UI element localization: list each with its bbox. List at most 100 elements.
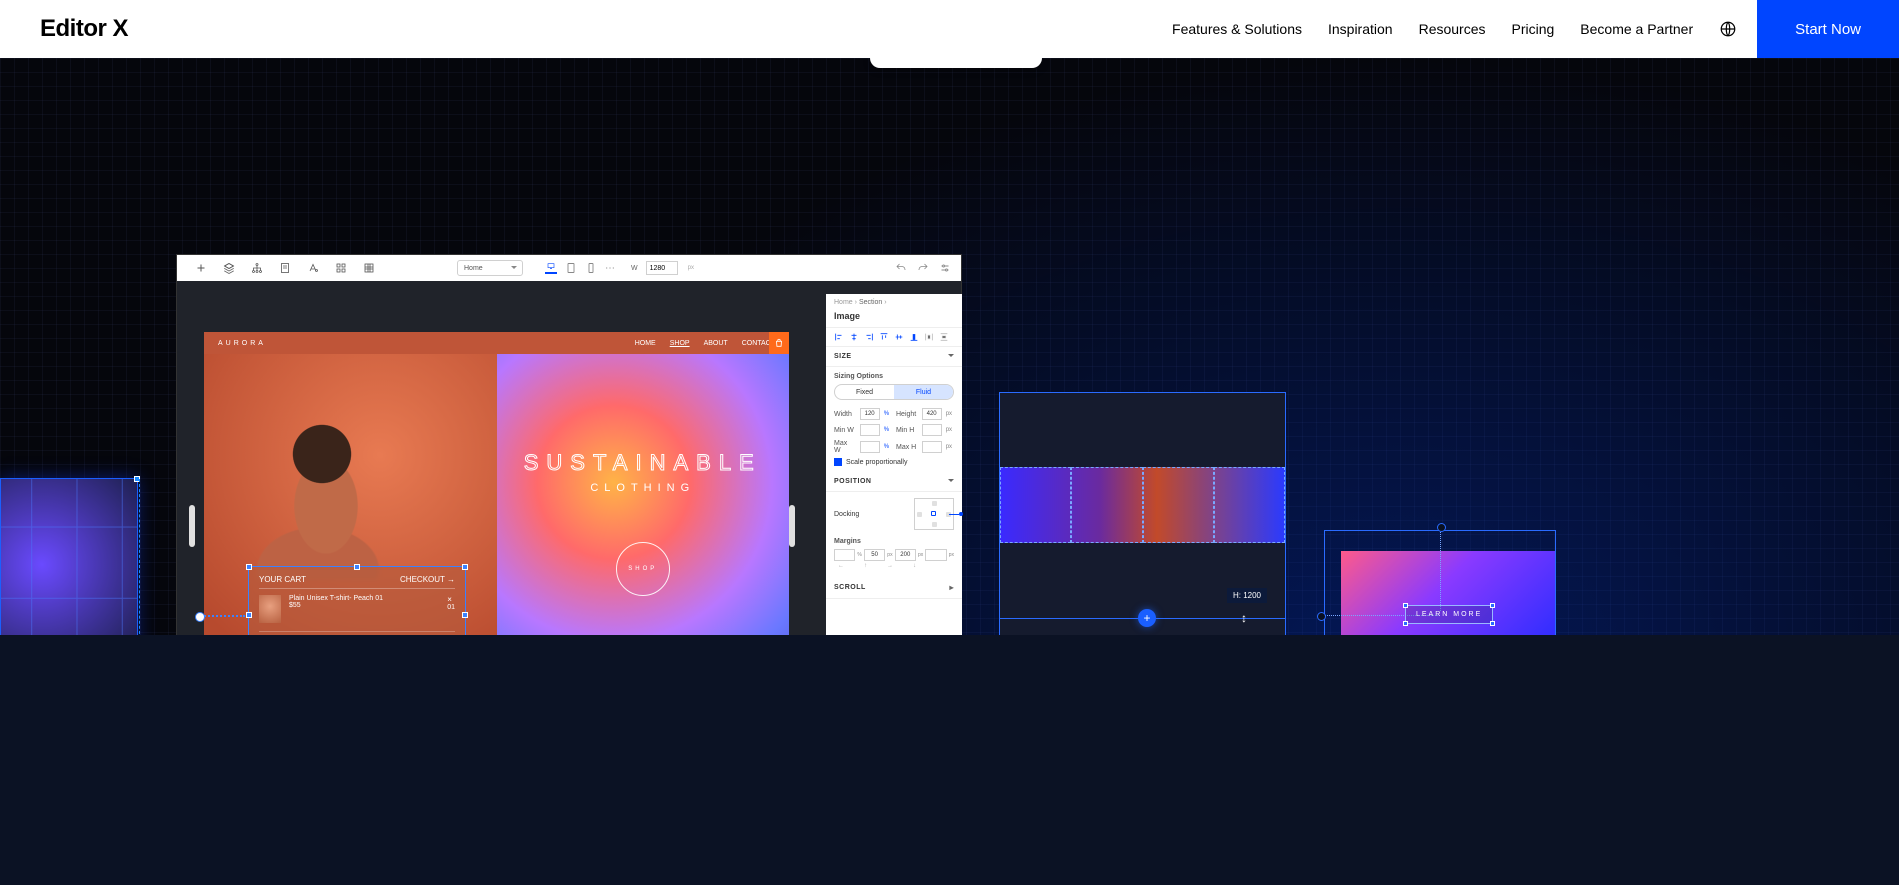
mobile-icon[interactable]: [585, 262, 597, 274]
logo[interactable]: Editor X: [40, 15, 128, 43]
resize-handle-icon[interactable]: ↕: [1241, 611, 1247, 625]
align-bottom-icon[interactable]: [909, 332, 919, 342]
headline-clothing: CLOTHING: [590, 482, 695, 494]
align-row: [826, 327, 962, 347]
position-section[interactable]: POSITION: [826, 472, 962, 492]
shop-button[interactable]: SHOP: [616, 542, 670, 596]
distribute-h-icon[interactable]: [924, 332, 934, 342]
margins-k: Margins: [834, 538, 954, 545]
minh-v[interactable]: [922, 424, 942, 436]
height-u[interactable]: px: [946, 411, 954, 417]
hero: Home ⋯ W px AURORA: [0, 58, 1899, 885]
add-section-button[interactable]: +: [1138, 609, 1156, 627]
maxw-u[interactable]: %: [884, 444, 892, 450]
learn-more-label: LEARN MORE: [1416, 611, 1482, 618]
nav-resources[interactable]: Resources: [1419, 21, 1486, 37]
size-section[interactable]: SIZE: [826, 347, 962, 367]
tablet-icon[interactable]: [565, 262, 577, 274]
distribute-v-icon[interactable]: [939, 332, 949, 342]
align-right-icon[interactable]: [864, 332, 874, 342]
sizing-toggle[interactable]: Fixed Fluid: [834, 384, 954, 400]
minh-u[interactable]: px: [946, 427, 954, 433]
remove-item-icon[interactable]: ×: [447, 595, 455, 604]
site-preview: AURORA HOME SHOP ABOUT CONTACT SUSTAINAB…: [204, 332, 789, 692]
m1[interactable]: [834, 549, 855, 561]
nav-features[interactable]: Features & Solutions: [1172, 21, 1302, 37]
scroll-thumb-left[interactable]: [189, 505, 195, 547]
right-panel[interactable]: LEARN MORE: [1324, 530, 1556, 692]
apps-icon[interactable]: [335, 262, 347, 274]
settings-icon[interactable]: [939, 262, 951, 274]
crumb-home[interactable]: Home: [834, 299, 853, 306]
page-icon[interactable]: [279, 262, 291, 274]
more-breakpoints-icon[interactable]: ⋯: [605, 263, 615, 274]
site-menu-shop[interactable]: SHOP: [670, 340, 690, 347]
sizing-options-label: Sizing Options: [834, 373, 954, 380]
checkout-link[interactable]: CHECKOUT →: [400, 575, 455, 584]
scroll-thumb-right[interactable]: [789, 505, 795, 547]
width-u[interactable]: %: [884, 411, 892, 417]
grid-icon[interactable]: [363, 262, 375, 274]
size-label: SIZE: [834, 353, 852, 360]
fixed-option[interactable]: Fixed: [835, 385, 894, 399]
height-v[interactable]: 420: [922, 408, 942, 420]
desktop-icon[interactable]: [545, 262, 557, 274]
learn-more-button[interactable]: LEARN MORE: [1405, 605, 1493, 624]
cart-selection[interactable]: YOUR CART CHECKOUT → Plain Unisex T-shir…: [248, 566, 466, 664]
site-menu-about[interactable]: ABOUT: [704, 340, 728, 347]
anchor-line: [201, 615, 245, 617]
add-icon[interactable]: [195, 262, 207, 274]
docking-k: Docking: [834, 511, 859, 518]
sitemap-icon[interactable]: [251, 262, 263, 274]
start-now-button[interactable]: Start Now: [1757, 0, 1899, 58]
maxw-v[interactable]: [860, 441, 880, 453]
breadcrumb[interactable]: Home › Section ›: [826, 294, 962, 311]
nav-pricing[interactable]: Pricing: [1512, 21, 1555, 37]
minw-u[interactable]: %: [884, 427, 892, 433]
site-menu-home[interactable]: HOME: [635, 340, 656, 347]
undo-icon[interactable]: [895, 262, 907, 274]
globe-icon[interactable]: [1719, 20, 1737, 38]
m2[interactable]: 50: [864, 549, 885, 561]
left-grid-panel[interactable]: [0, 478, 138, 694]
align-left-icon[interactable]: [834, 332, 844, 342]
page-dropdown[interactable]: Home: [457, 260, 523, 276]
m1-u[interactable]: %: [857, 549, 861, 561]
layers-icon[interactable]: [223, 262, 235, 274]
align-center-h-icon[interactable]: [849, 332, 859, 342]
cart-item-name: Plain Unisex T-shirt- Peach 01: [289, 595, 439, 602]
docking-grid[interactable]: [914, 498, 954, 530]
nav-inspiration[interactable]: Inspiration: [1328, 21, 1393, 37]
align-middle-icon[interactable]: [894, 332, 904, 342]
redo-icon[interactable]: [917, 262, 929, 274]
site-brand: AURORA: [218, 340, 266, 347]
subtotal-label: Subtotal: [259, 636, 285, 643]
m3[interactable]: 200: [895, 549, 916, 561]
minw-v[interactable]: [860, 424, 880, 436]
width-input[interactable]: [646, 261, 678, 275]
crumb-section[interactable]: Section: [859, 299, 882, 306]
scroll-section[interactable]: SCROLL ▸: [826, 577, 962, 599]
nav-links: Features & Solutions Inspiration Resourc…: [1172, 20, 1737, 38]
mid-selection-panel[interactable]: + H: 1200 ↕: [999, 392, 1286, 692]
minh-k: Min H: [896, 427, 918, 434]
m2-u[interactable]: px: [887, 549, 892, 561]
site-hero-image: [204, 354, 497, 692]
width-v[interactable]: 120: [860, 408, 880, 420]
nav-partner[interactable]: Become a Partner: [1580, 21, 1693, 37]
m4[interactable]: [925, 549, 946, 561]
cart-item-qty: 01: [447, 604, 455, 611]
inspector-panel: Home › Section › Image SIZE Sizing Optio…: [826, 294, 962, 692]
cart-item-thumb: [259, 595, 281, 623]
m3-u[interactable]: px: [918, 549, 923, 561]
bag-icon[interactable]: [769, 332, 789, 354]
m4-u[interactable]: px: [949, 549, 954, 561]
maxh-v[interactable]: [922, 441, 942, 453]
top-nav: Editor X Features & Solutions Inspiratio…: [0, 0, 1899, 58]
maxh-u[interactable]: px: [946, 444, 954, 450]
width-unit: px: [688, 265, 694, 271]
text-icon[interactable]: [307, 262, 319, 274]
align-top-icon[interactable]: [879, 332, 889, 342]
fluid-option[interactable]: Fluid: [894, 385, 953, 399]
scale-checkbox[interactable]: [834, 458, 842, 466]
